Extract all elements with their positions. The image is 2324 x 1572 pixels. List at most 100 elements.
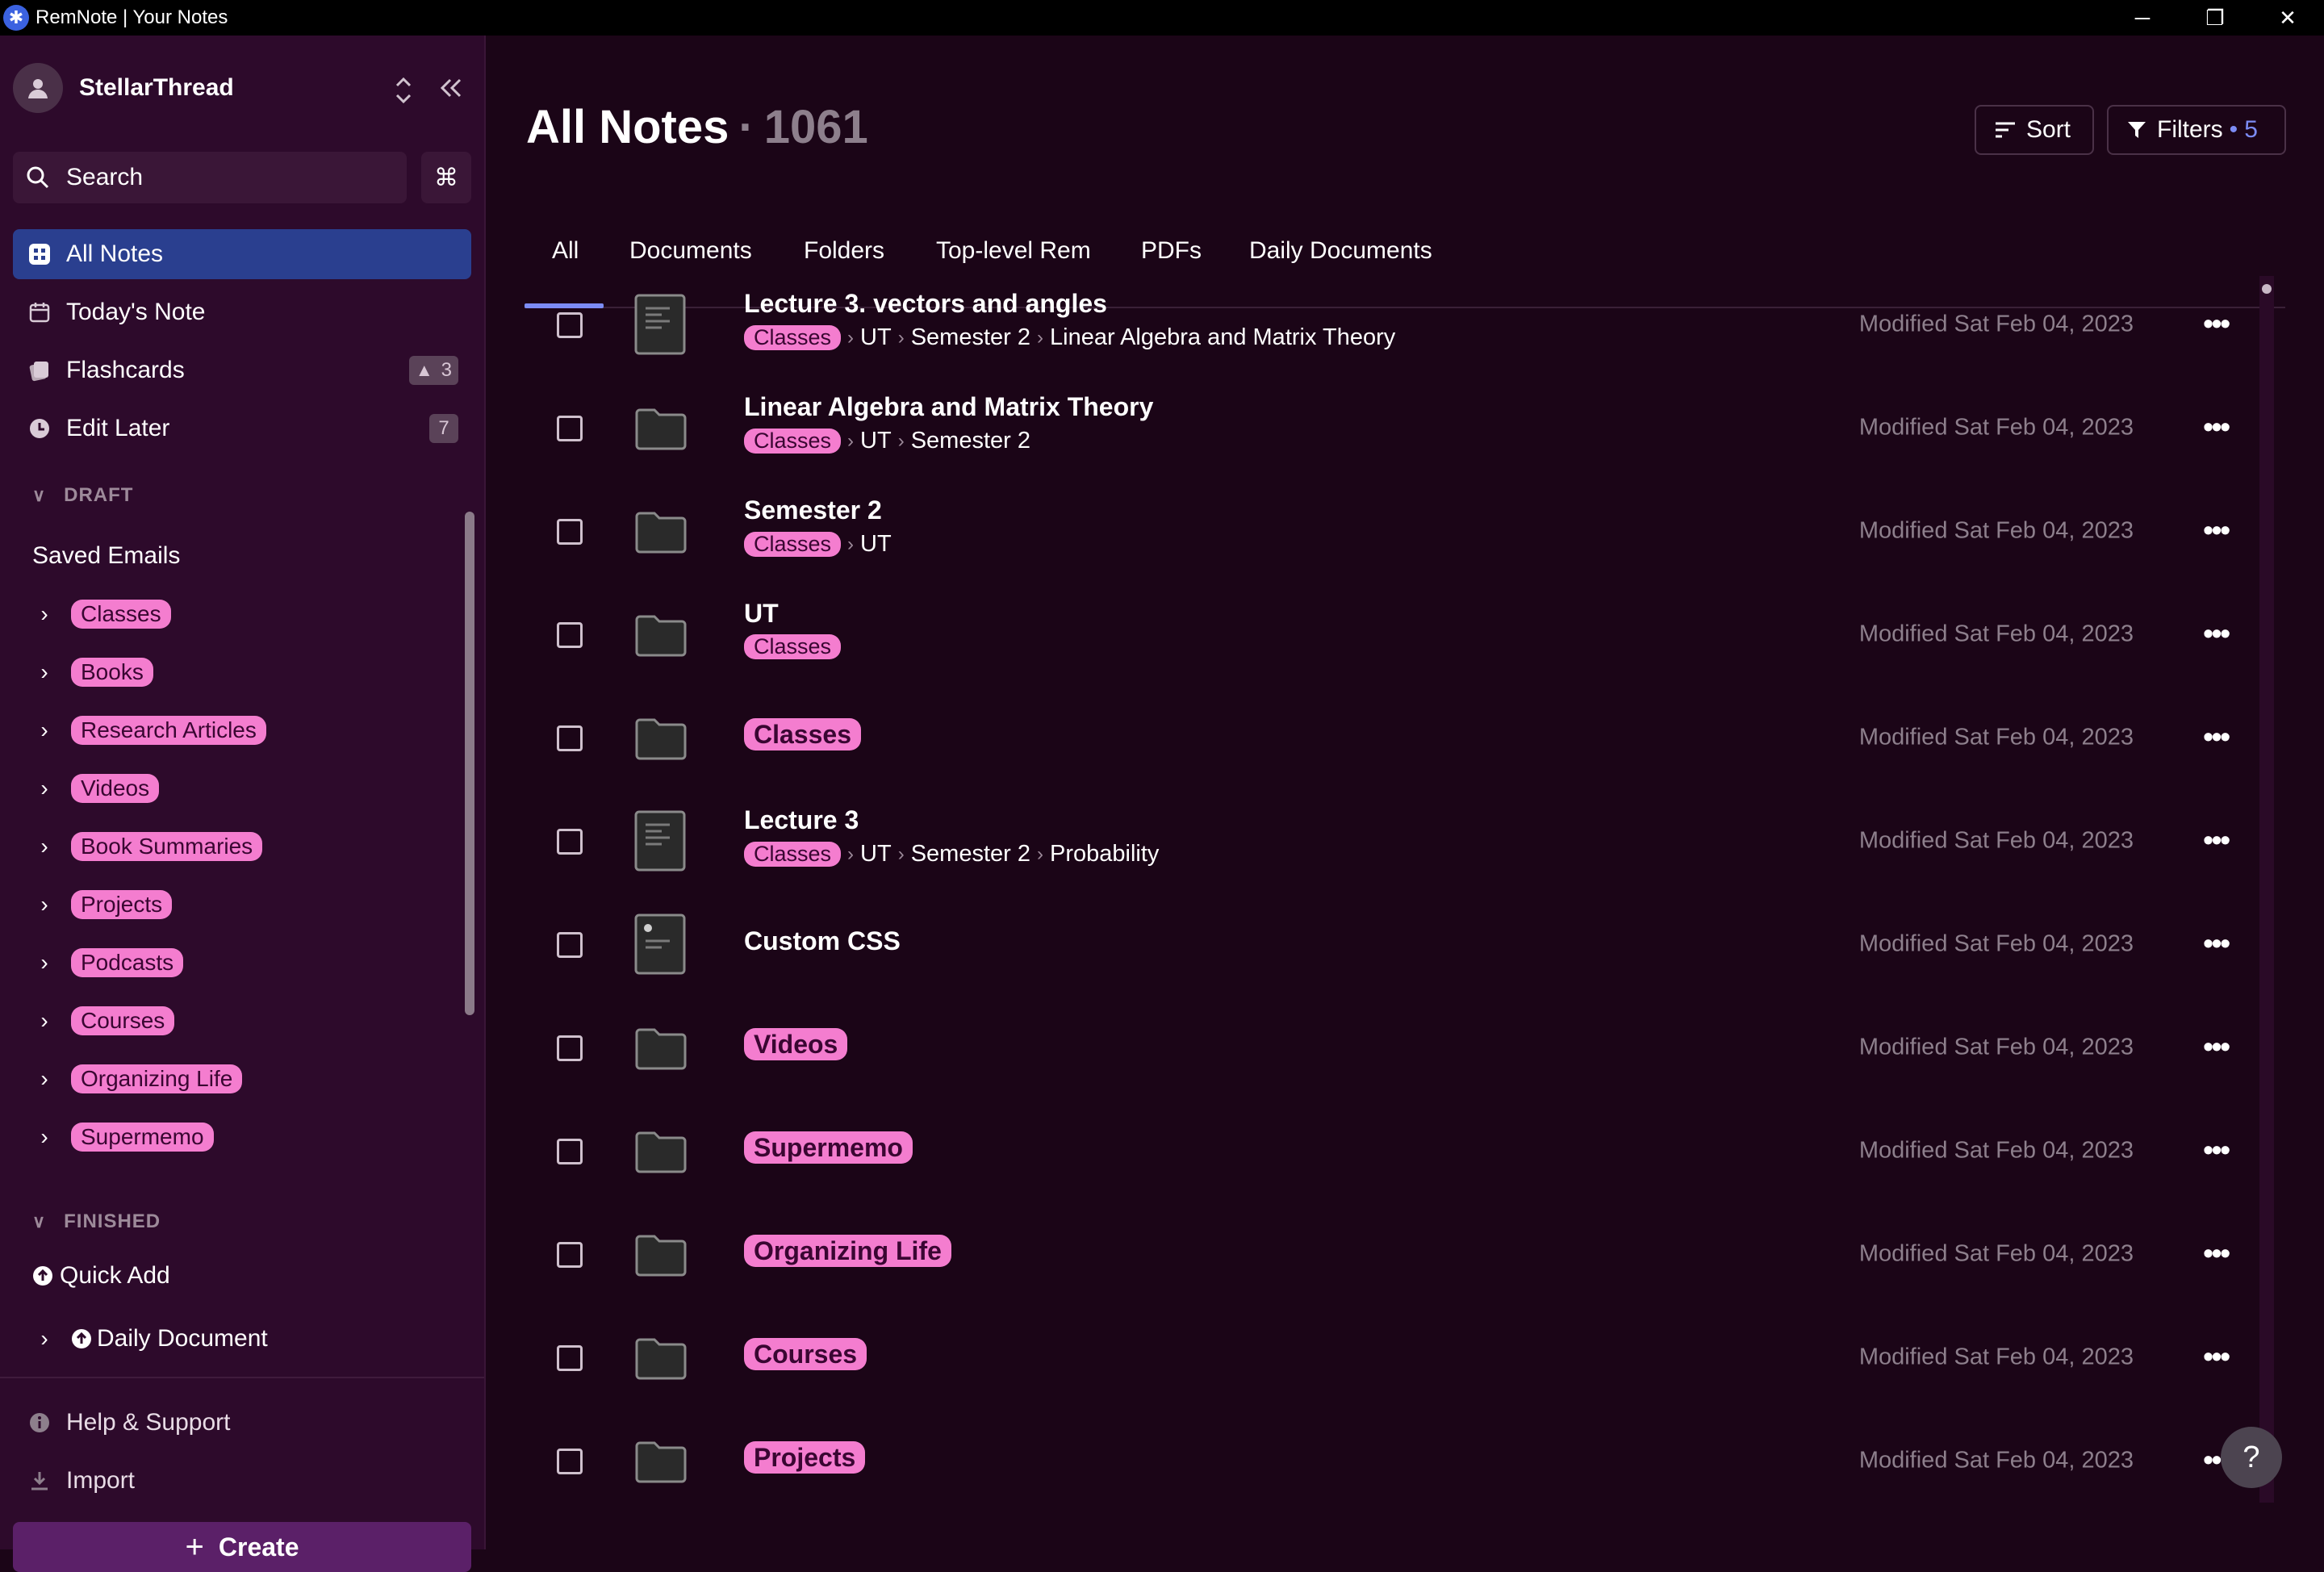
sidebar-item-classes[interactable]: › Classes	[32, 594, 171, 634]
list-item[interactable]: Classes Modified Sat Feb 04, 2023 •••	[525, 686, 2285, 789]
sidebar-item-book-summaries[interactable]: › Book Summaries	[32, 826, 263, 867]
collapse-sidebar-icon[interactable]	[437, 76, 465, 100]
sidebar-item-videos[interactable]: › Videos	[32, 768, 160, 809]
minimize-button[interactable]: ─	[2106, 0, 2179, 36]
row-checkbox[interactable]	[557, 1139, 583, 1164]
title-tag[interactable]: Videos	[744, 1028, 848, 1060]
row-title[interactable]: Courses	[744, 1338, 867, 1370]
list-item[interactable]: Projects Modified Sat Feb 04, 2023 •••	[525, 1409, 2285, 1512]
chevron-right-icon[interactable]: ›	[32, 834, 56, 859]
breadcrumb-item[interactable]: Probability	[1050, 841, 1159, 868]
section-finished[interactable]: ∨ FINISHED	[32, 1210, 161, 1233]
title-tag[interactable]: Projects	[744, 1441, 866, 1474]
title-tag[interactable]: Courses	[744, 1338, 867, 1370]
title-tag[interactable]: Supermemo	[744, 1131, 913, 1164]
row-title[interactable]: Lecture 3	[744, 805, 859, 835]
chevron-right-icon[interactable]: ›	[32, 1008, 56, 1034]
sidebar-item-supermemo[interactable]: › Supermemo	[32, 1117, 214, 1157]
more-options-icon[interactable]: •••	[2203, 926, 2230, 960]
breadcrumb-item[interactable]: UT	[860, 428, 892, 454]
nav-todays-note[interactable]: Today's Note	[13, 287, 471, 337]
breadcrumb-tag[interactable]: Classes	[744, 634, 842, 659]
row-title[interactable]: UT	[744, 599, 779, 629]
breadcrumb-item[interactable]: Semester 2	[911, 841, 1030, 868]
sidebar-item-projects[interactable]: › Projects	[32, 884, 173, 925]
breadcrumb-item[interactable]: UT	[860, 531, 892, 558]
quick-add-item[interactable]: Quick Add	[32, 1262, 170, 1290]
chevron-right-icon[interactable]: ›	[32, 950, 56, 976]
more-options-icon[interactable]: •••	[2203, 823, 2230, 857]
expand-collapse-icon[interactable]	[392, 74, 415, 107]
sort-button[interactable]: Sort	[1975, 105, 2094, 155]
more-options-icon[interactable]: •••	[2203, 617, 2230, 650]
chevron-right-icon[interactable]: ›	[32, 1124, 56, 1150]
list-item[interactable]: Semester 2 Classes › UT Modified Sat Feb 0…	[525, 479, 2285, 583]
create-button[interactable]: + Create	[13, 1522, 471, 1572]
row-checkbox[interactable]	[557, 622, 583, 648]
more-options-icon[interactable]: •••	[2203, 720, 2230, 754]
chevron-right-icon[interactable]: ›	[32, 1066, 56, 1092]
breadcrumb-item[interactable]: UT	[860, 324, 892, 351]
list-item[interactable]: UT Classes Modified Sat Feb 04, 2023 •••	[525, 583, 2285, 686]
row-checkbox[interactable]	[557, 416, 583, 441]
chevron-right-icon[interactable]: ›	[32, 776, 56, 801]
tab-pdfs[interactable]: PDFs	[1141, 237, 1202, 265]
list-item[interactable]: Organizing Life Modified Sat Feb 04, 202…	[525, 1202, 2285, 1306]
title-tag[interactable]: Organizing Life	[744, 1235, 951, 1267]
chevron-right-icon[interactable]: ›	[32, 659, 56, 685]
row-checkbox[interactable]	[557, 725, 583, 751]
list-item[interactable]: Lecture 3. vectors and angles Classes › UT…	[525, 273, 2285, 376]
chevron-right-icon[interactable]: ›	[32, 1326, 56, 1352]
breadcrumb-item[interactable]: Semester 2	[911, 324, 1030, 351]
row-checkbox[interactable]	[557, 1242, 583, 1268]
sidebar-item-organizing-life[interactable]: › Organizing Life	[32, 1059, 243, 1099]
more-options-icon[interactable]: •••	[2203, 307, 2230, 341]
scrollbar-thumb[interactable]	[2262, 284, 2272, 294]
help-button[interactable]: ?	[2221, 1427, 2282, 1488]
user-switcher[interactable]: StellarThread	[13, 63, 471, 113]
breadcrumb-item[interactable]: Semester 2	[911, 428, 1030, 454]
breadcrumb-tag[interactable]: Classes	[744, 532, 842, 557]
tab-daily-documents[interactable]: Daily Documents	[1249, 237, 1432, 265]
chevron-right-icon[interactable]: ›	[32, 892, 56, 918]
list-item[interactable]: Courses Modified Sat Feb 04, 2023 •••	[525, 1306, 2285, 1409]
row-checkbox[interactable]	[557, 312, 583, 338]
more-options-icon[interactable]: •••	[2203, 513, 2230, 547]
chevron-right-icon[interactable]: ›	[32, 601, 56, 627]
restore-button[interactable]: ❐	[2179, 0, 2251, 36]
avatar[interactable]	[13, 63, 63, 113]
list-item[interactable]: Supermemo Modified Sat Feb 04, 2023 •••	[525, 1099, 2285, 1202]
row-title[interactable]: Organizing Life	[744, 1235, 951, 1267]
row-checkbox[interactable]	[557, 1035, 583, 1061]
breadcrumb-tag[interactable]: Classes	[744, 429, 842, 454]
row-checkbox[interactable]	[557, 829, 583, 855]
more-options-icon[interactable]: •••	[2203, 1030, 2230, 1064]
row-title[interactable]: Classes	[744, 718, 861, 750]
row-title[interactable]: Custom CSS	[744, 926, 901, 956]
row-checkbox[interactable]	[557, 1449, 583, 1474]
breadcrumb-item[interactable]: Linear Algebra and Matrix Theory	[1050, 324, 1395, 351]
filters-button[interactable]: Filters • 5	[2107, 105, 2286, 155]
sidebar-scrollbar[interactable]	[465, 512, 474, 1015]
breadcrumb-tag[interactable]: Classes	[744, 842, 842, 867]
more-options-icon[interactable]: •••	[2203, 1340, 2230, 1373]
row-title[interactable]: Supermemo	[744, 1131, 913, 1164]
row-title[interactable]: Lecture 3. vectors and angles	[744, 289, 1107, 319]
list-item[interactable]: Custom CSS Modified Sat Feb 04, 2023 •••	[525, 893, 2285, 996]
list-item[interactable]: Lecture 3 Classes › UT › Semester 2 › Probabil…	[525, 789, 2285, 893]
section-draft[interactable]: ∨ DRAFT	[32, 484, 133, 507]
tab-top-level-rem[interactable]: Top-level Rem	[936, 237, 1091, 265]
nav-import[interactable]: Import	[13, 1456, 471, 1506]
nav-edit-later[interactable]: Edit Later 7	[13, 403, 471, 454]
list-item[interactable]: Videos Modified Sat Feb 04, 2023 •••	[525, 996, 2285, 1099]
row-checkbox[interactable]	[557, 932, 583, 958]
search-button[interactable]: Search	[13, 152, 407, 203]
chevron-right-icon[interactable]: ›	[32, 717, 56, 743]
row-title[interactable]: Videos	[744, 1028, 848, 1060]
sidebar-item-courses[interactable]: › Courses	[32, 1001, 175, 1041]
more-options-icon[interactable]: •••	[2203, 410, 2230, 444]
sidebar-item-daily-document[interactable]: › Daily Document	[32, 1319, 267, 1359]
nav-flashcards[interactable]: Flashcards ▲ 3	[13, 345, 471, 395]
row-title[interactable]: Projects	[744, 1441, 866, 1474]
row-checkbox[interactable]	[557, 519, 583, 545]
